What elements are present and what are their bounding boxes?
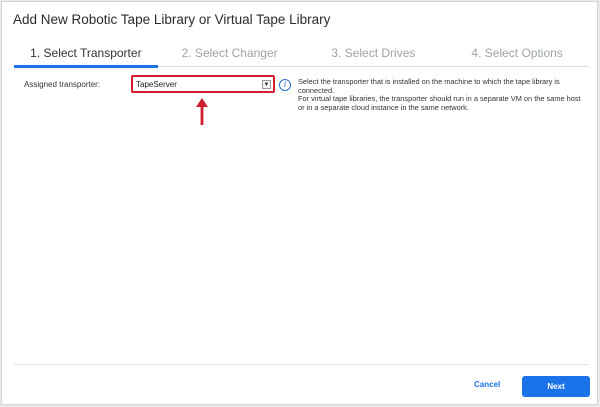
next-button[interactable]: Next [522,376,590,397]
add-tape-library-dialog: Add New Robotic Tape Library or Virtual … [1,1,598,405]
chevron-down-icon[interactable]: ▼ [262,79,271,89]
step-select-changer[interactable]: 2. Select Changer [158,39,302,66]
step-select-options[interactable]: 4. Select Options [445,39,589,66]
transporter-help-text: Select the transporter that is installed… [298,77,583,112]
wizard-steps: 1. Select Transporter 2. Select Changer … [14,39,589,68]
transporter-select-value: TapeServer [136,79,177,89]
arrow-up-icon [196,98,208,125]
assigned-transporter-label: Assigned transporter: [24,80,101,89]
cancel-button[interactable]: Cancel [474,380,500,389]
help-line-2: For virtual tape libraries, the transpor… [298,94,581,112]
help-line-1: Select the transporter that is installed… [298,77,560,95]
footer-divider [14,364,589,365]
transporter-select-highlight: TapeServer ▼ [131,75,275,93]
transporter-select[interactable]: TapeServer ▼ [135,79,271,89]
dialog-title: Add New Robotic Tape Library or Virtual … [13,12,331,27]
info-icon[interactable]: i [279,79,291,91]
step-select-drives[interactable]: 3. Select Drives [302,39,446,66]
step-select-transporter[interactable]: 1. Select Transporter [14,39,158,68]
